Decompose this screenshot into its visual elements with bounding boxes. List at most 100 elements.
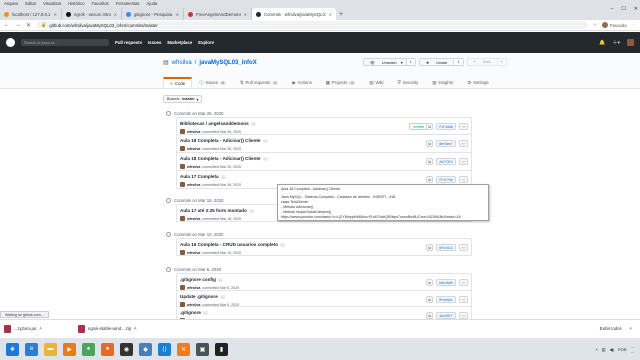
commit-message[interactable]: Aula 18 Completa - Adicinar() Cliente bbox=[180, 156, 261, 161]
commit-message[interactable]: Aula 17 até 3:25 form montado bbox=[180, 208, 247, 213]
profile-button[interactable]: Pausada bbox=[601, 22, 627, 28]
clock[interactable]: ... ... bbox=[631, 344, 634, 354]
download-item[interactable]: ngrok-stable-wind....zip ˄ bbox=[78, 324, 140, 333]
stop-icon[interactable]: ✕ bbox=[26, 22, 31, 29]
gh-nav-1[interactable]: Issues bbox=[148, 40, 161, 45]
star-count[interactable]: 1 bbox=[453, 59, 463, 65]
browser-tab-2[interactable]: gitignore - Pesquisa Google✕ bbox=[122, 8, 184, 20]
star-button[interactable]: ★ Unstar 1 bbox=[418, 58, 464, 66]
fork-button[interactable]: ⑂ Fork 0 bbox=[466, 58, 507, 66]
expand-message-button[interactable]: … bbox=[248, 208, 254, 213]
menu-item-4[interactable]: Favoritos bbox=[92, 1, 109, 6]
user-avatar[interactable] bbox=[627, 39, 634, 46]
commit-sha-button[interactable]: b8e1b6b bbox=[436, 279, 456, 286]
search-input[interactable]: Search or jump to... bbox=[21, 39, 109, 46]
expand-message-button[interactable]: … bbox=[250, 121, 256, 126]
forward-icon[interactable]: → bbox=[15, 22, 21, 28]
menu-item-0[interactable]: Arquivo bbox=[4, 1, 18, 6]
unwatch-button[interactable]: 👁 Unwatch ▾ 1 bbox=[363, 58, 416, 66]
author-name[interactable]: wfrsilva bbox=[187, 130, 200, 134]
author-avatar[interactable] bbox=[180, 216, 185, 221]
close-downloads-icon[interactable]: × bbox=[630, 326, 632, 331]
browse-code-icon[interactable]: ‹› bbox=[459, 244, 468, 251]
author-name[interactable]: wfrsilva bbox=[187, 165, 200, 169]
tray-up-icon[interactable]: ˄ bbox=[595, 347, 597, 352]
github-logo-icon[interactable] bbox=[6, 38, 15, 47]
show-all-downloads-link[interactable]: Exibir todos bbox=[600, 326, 622, 331]
firefox-icon[interactable]: ● bbox=[101, 342, 114, 356]
chevron-up-icon[interactable]: ˄ bbox=[134, 326, 136, 331]
commit-sha-button[interactable]: 1dc09f7 bbox=[436, 312, 456, 319]
browser-tab-4[interactable]: Commits · wfrsilva/javaMySQL01_inf...✕ bbox=[252, 8, 336, 20]
author-avatar[interactable] bbox=[180, 146, 185, 151]
tab-close-icon[interactable]: ✕ bbox=[114, 12, 117, 17]
browse-code-icon[interactable]: ‹› bbox=[459, 176, 468, 183]
author-avatar[interactable] bbox=[180, 250, 185, 255]
author-name[interactable]: wfrsilva bbox=[187, 303, 200, 307]
expand-message-button[interactable]: … bbox=[262, 156, 268, 161]
url-input[interactable]: 🔒 github.com/wfrsilva/javaMySQL03_infoX/… bbox=[36, 21, 588, 29]
menu-item-3[interactable]: Histórico bbox=[68, 1, 84, 6]
expand-message-button[interactable]: … bbox=[280, 242, 286, 247]
ie-icon[interactable]: e bbox=[25, 342, 38, 356]
tab-pull-requests[interactable]: ⇅ Pull requests 0 bbox=[233, 77, 285, 88]
plus-icon[interactable]: ＋▾ bbox=[612, 39, 620, 46]
xampp-icon[interactable]: ✕ bbox=[177, 342, 190, 356]
expand-message-button[interactable]: … bbox=[217, 277, 223, 282]
browser-tab-3[interactable]: FreeAngelsAndDemons downloa...✕ bbox=[184, 8, 252, 20]
expand-message-button[interactable]: … bbox=[220, 174, 226, 179]
browse-code-icon[interactable]: ‹› bbox=[459, 296, 468, 303]
author-name[interactable]: wfrsilva bbox=[187, 183, 200, 187]
putty-icon[interactable]: ▣ bbox=[196, 342, 209, 356]
browser-tab-1[interactable]: ngrok - secure introspectable t...✕ bbox=[62, 8, 122, 20]
copy-sha-icon[interactable]: ⧉ bbox=[426, 176, 433, 183]
expand-message-button[interactable]: … bbox=[202, 310, 208, 315]
commit-title-link[interactable]: Aula 17 até 3:25 form montado… bbox=[180, 208, 254, 213]
author-avatar[interactable] bbox=[180, 129, 185, 134]
commit-title-link[interactable]: Aula 18 Completa - Adicinar() Cliente… bbox=[180, 156, 268, 161]
menu-item-2[interactable]: Visualizar bbox=[43, 1, 61, 6]
minimize-icon[interactable]: – bbox=[611, 6, 614, 12]
author-avatar[interactable] bbox=[180, 285, 185, 290]
commit-title-link[interactable]: Aula 16 Completa - CRUD usuarios complet… bbox=[180, 242, 286, 247]
tab-issues[interactable]: ⓘ Issues 0 bbox=[192, 77, 233, 88]
copy-sha-icon[interactable]: ⧉ bbox=[426, 158, 433, 165]
author-avatar[interactable] bbox=[180, 164, 185, 169]
tab-code[interactable]: ‹› Code bbox=[163, 77, 193, 88]
commit-message[interactable]: Aula 16 Completa - CRUD usuarios complet… bbox=[180, 242, 278, 247]
author-name[interactable]: wfrsilva bbox=[187, 147, 200, 151]
commit-sha-button[interactable]: 6f5c913 bbox=[436, 244, 456, 251]
browse-code-icon[interactable]: ‹› bbox=[459, 158, 468, 165]
commit-title-link[interactable]: Update .gitignore… bbox=[180, 294, 225, 299]
commit-title-link[interactable]: Aula 18 Completa - Adicinar() Cliente… bbox=[180, 138, 268, 143]
tab-close-icon[interactable]: ✕ bbox=[329, 12, 332, 17]
download-item[interactable]: ...zy2xmi.jar ˄ bbox=[4, 324, 66, 333]
tab-projects[interactable]: ▦ Projects 0 bbox=[319, 77, 363, 88]
tab-wiki[interactable]: ▤ Wiki bbox=[362, 77, 390, 88]
repo-owner-link[interactable]: wfrsilva bbox=[172, 60, 192, 66]
close-window-icon[interactable]: ✕ bbox=[634, 6, 638, 12]
commit-sha-button[interactable]: 8ef9ee7 bbox=[436, 140, 456, 147]
commit-message[interactable]: Update .gitignore bbox=[180, 294, 218, 299]
copy-sha-icon[interactable]: ⧉ bbox=[426, 296, 433, 303]
branch-select[interactable]: Branch: master ▾ bbox=[163, 95, 203, 103]
vscode-icon[interactable]: ⟨⟩ bbox=[158, 342, 171, 356]
browse-code-icon[interactable]: ‹› bbox=[459, 140, 468, 147]
menu-item-6[interactable]: Ajuda bbox=[147, 1, 158, 6]
menu-item-1[interactable]: Editar bbox=[25, 1, 36, 6]
tab-close-icon[interactable]: ✕ bbox=[54, 12, 57, 17]
network-icon[interactable]: ▥ bbox=[602, 347, 606, 352]
commit-message[interactable]: .gitignore config bbox=[180, 277, 216, 282]
tab-close-icon[interactable]: ✕ bbox=[244, 12, 247, 17]
commit-message[interactable]: Bibliotecas / angelsanddemons bbox=[180, 121, 249, 126]
star-bookmark-icon[interactable]: ☆ bbox=[593, 22, 597, 28]
media-icon[interactable]: ▶ bbox=[63, 342, 76, 356]
tab-close-icon[interactable]: ✕ bbox=[176, 12, 179, 17]
fork-count[interactable]: 0 bbox=[496, 59, 506, 65]
commit-title-link[interactable]: Aula 17 Completa… bbox=[180, 174, 226, 179]
new-tab-icon[interactable]: + bbox=[336, 8, 346, 20]
author-name[interactable]: wfrsilva bbox=[187, 251, 200, 255]
commit-title-link[interactable]: Bibliotecas / angelsanddemons… bbox=[180, 121, 256, 126]
gh-nav-3[interactable]: Explore bbox=[198, 40, 214, 45]
gh-nav-0[interactable]: Pull requests bbox=[115, 40, 142, 45]
